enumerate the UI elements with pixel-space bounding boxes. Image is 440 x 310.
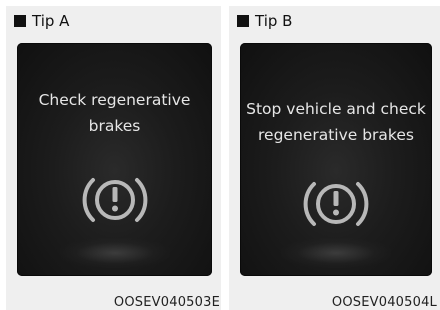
square-bullet-icon: [14, 15, 26, 27]
display-glow: [59, 238, 170, 268]
brake-warning-icon: [82, 178, 147, 222]
display-glow: [281, 238, 391, 268]
brake-warning-icon: [303, 182, 369, 226]
warning-message-a-line1: Check regenerative: [38, 91, 191, 109]
cluster-display-b: Stop vehicle and check regenerative brak…: [240, 43, 432, 276]
warning-message-b-line2: regenerative brakes: [258, 126, 414, 144]
cluster-display-a: Check regenerative brakes: [17, 43, 212, 276]
square-bullet-icon: [237, 15, 249, 27]
tip-a-label: Tip A: [32, 12, 70, 30]
tip-b-label: Tip B: [255, 12, 293, 30]
figure-code-a: OOSEV040503E: [113, 295, 220, 310]
tip-a-panel: Tip A Check regenerative brakes OOSEV040…: [6, 6, 221, 310]
warning-message-b: Stop vehicle and check regenerative brak…: [240, 96, 432, 148]
tip-b-header: Tip B: [237, 11, 292, 31]
warning-message-b-line1: Stop vehicle and check: [246, 100, 426, 118]
tip-a-header: Tip A: [14, 11, 69, 31]
warning-message-a-line2: brakes: [88, 117, 141, 135]
tip-b-panel: Tip B Stop vehicle and check regenerativ…: [229, 6, 440, 310]
figure-code-b: OOSEV040504L: [331, 295, 437, 310]
warning-message-a: Check regenerative brakes: [17, 87, 212, 139]
